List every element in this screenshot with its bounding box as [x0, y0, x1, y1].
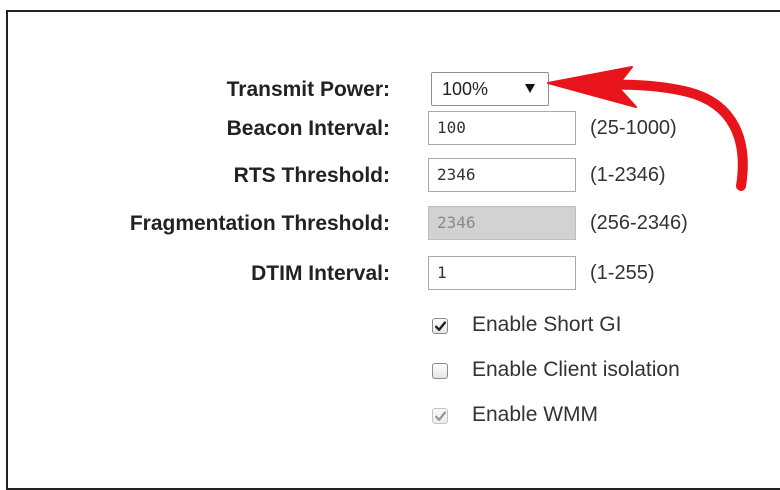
transmit-power-row: Transmit Power: 100% [0, 72, 780, 110]
transmit-power-value: 100% [442, 79, 489, 99]
checkmark-icon [435, 321, 447, 331]
beacon-interval-range: (25-1000) [590, 117, 677, 139]
checkmark-icon [435, 411, 447, 421]
fragmentation-threshold-label: Fragmentation Threshold: [129, 212, 390, 235]
short-gi-option: Enable Short GI [428, 309, 768, 343]
fragmentation-threshold-range: (256-2346) [590, 212, 688, 234]
wmm-option: Enable WMM [428, 399, 768, 433]
rts-threshold-label: RTS Threshold: [233, 164, 390, 187]
beacon-interval-input[interactable]: 100 [428, 111, 576, 145]
client-isolation-label: Enable Client isolation [472, 358, 680, 381]
beacon-interval-row: Beacon Interval: 100 (25-1000) [0, 111, 780, 149]
fragmentation-threshold-row: Fragmentation Threshold: 2346 (256-2346) [0, 206, 780, 244]
short-gi-checkbox[interactable] [432, 318, 448, 334]
transmit-power-select[interactable]: 100% [431, 72, 549, 106]
client-isolation-checkbox[interactable] [432, 363, 448, 379]
wmm-label: Enable WMM [472, 403, 599, 426]
dtim-interval-label: DTIM Interval: [251, 262, 390, 285]
fragmentation-threshold-input: 2346 [428, 206, 576, 240]
short-gi-label: Enable Short GI [472, 313, 622, 336]
wmm-checkbox [432, 408, 448, 424]
client-isolation-option: Enable Client isolation [428, 354, 768, 388]
dtim-interval-range: (1-255) [590, 262, 655, 284]
dtim-interval-input[interactable]: 1 [428, 256, 576, 290]
beacon-interval-label: Beacon Interval: [226, 117, 390, 140]
rts-threshold-range: (1-2346) [590, 164, 666, 186]
chevron-down-icon [525, 84, 535, 93]
rts-threshold-row: RTS Threshold: 2346 (1-2346) [0, 158, 780, 196]
transmit-power-label: Transmit Power: [226, 78, 390, 101]
dtim-interval-row: DTIM Interval: 1 (1-255) [0, 256, 780, 294]
rts-threshold-input[interactable]: 2346 [428, 158, 576, 192]
